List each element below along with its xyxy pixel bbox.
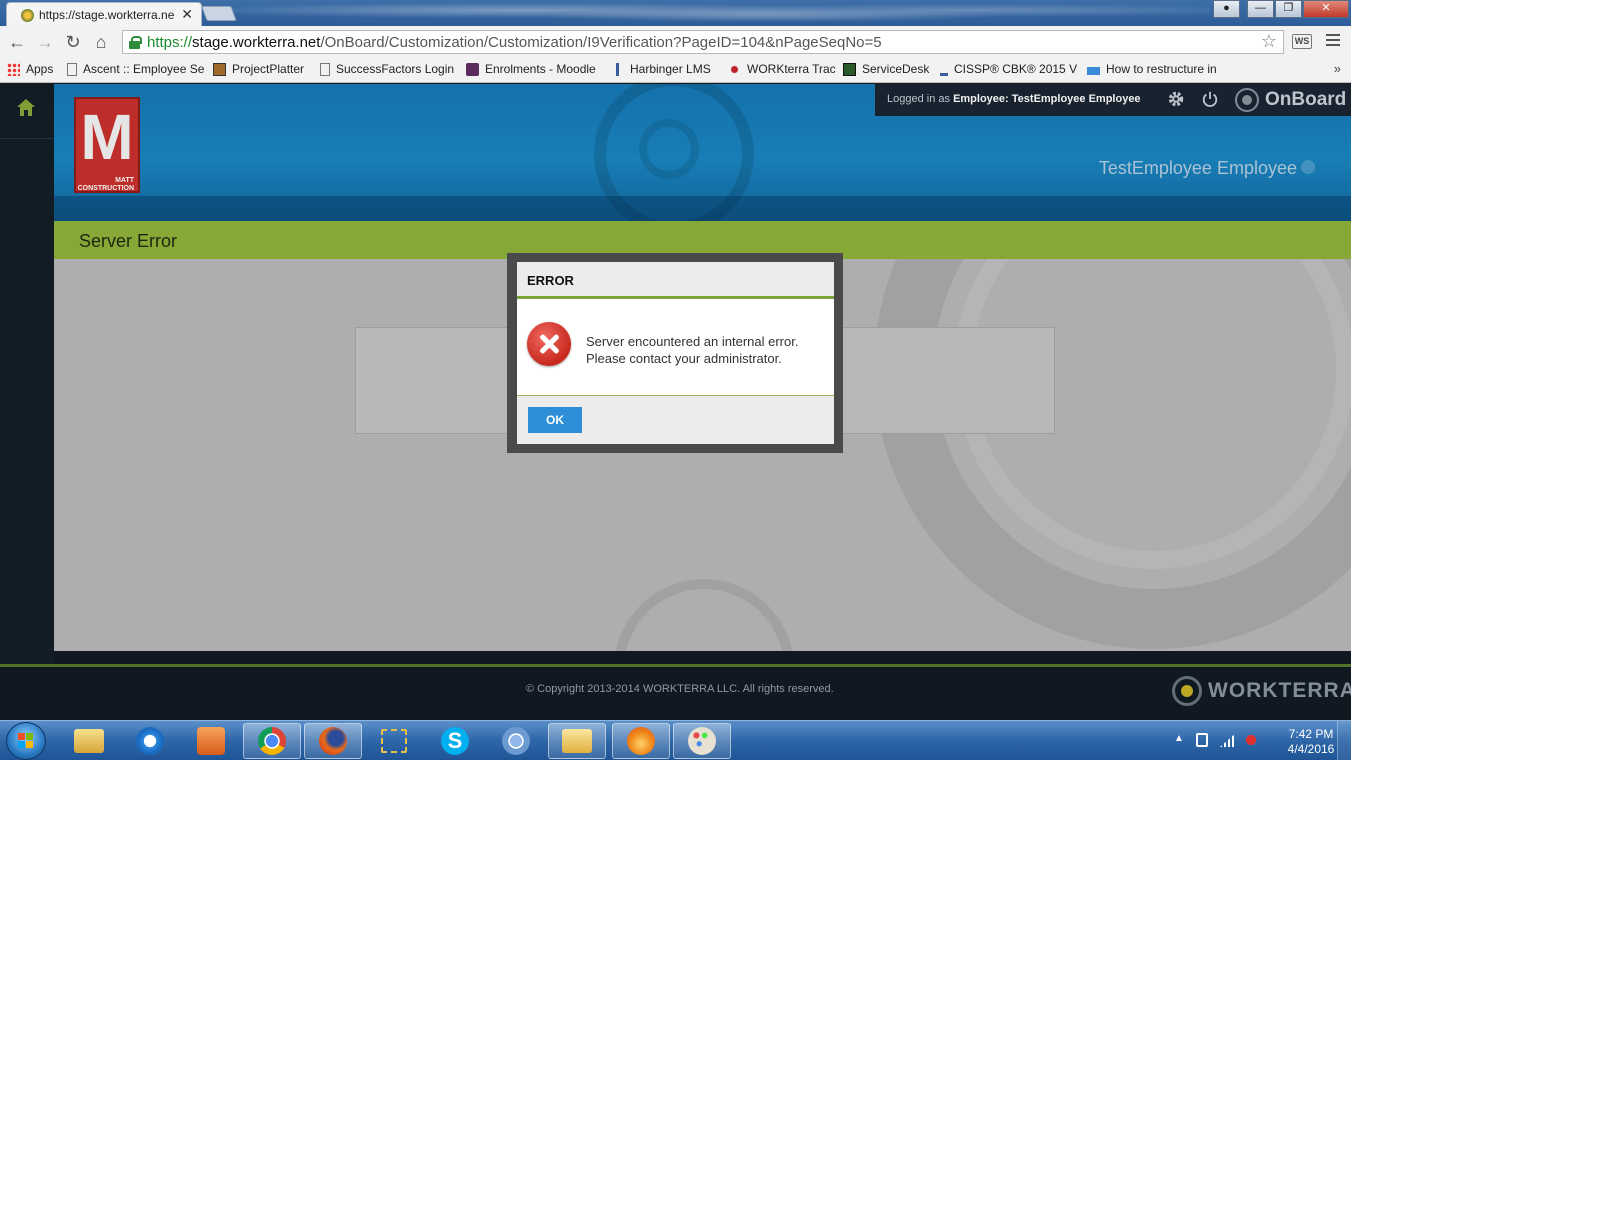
bookmark-star-icon[interactable]: ☆	[1261, 31, 1277, 52]
volume-muted-icon[interactable]	[1244, 732, 1258, 748]
servicedesk-icon	[843, 62, 856, 76]
profile-icon[interactable]: ●	[1213, 0, 1240, 18]
system-clock[interactable]: 7:42 PM 4/4/2016	[1276, 727, 1346, 757]
page-icon	[320, 62, 330, 76]
network-icon[interactable]	[1220, 733, 1236, 747]
secure-lock-icon	[129, 36, 142, 49]
page-icon	[67, 62, 77, 76]
windows-logo-icon	[18, 733, 34, 749]
file-explorer-icon[interactable]	[60, 723, 118, 759]
home-icon[interactable]: ⌂	[90, 31, 112, 53]
address-bar[interactable]: https://stage.workterra.net/OnBoard/Cust…	[122, 30, 1284, 54]
bookmark-cissp[interactable]: CISSP® CBK® 2015 V	[940, 62, 1077, 76]
browser-tab-strip: https://stage.workterra.ne ✕ ● — ❐ ✕	[0, 0, 1351, 26]
dialog-header: ERROR	[517, 262, 834, 299]
dialog-title: ERROR	[527, 273, 574, 288]
window-controls: ● — ❐ ✕	[1213, 0, 1349, 18]
bookmark-ascent[interactable]: Ascent :: Employee Se	[67, 62, 204, 76]
chromium-icon[interactable]	[487, 723, 545, 759]
tray-expand-icon[interactable]: ▲	[1174, 733, 1184, 744]
new-tab-button[interactable]	[201, 6, 237, 21]
chrome-icon[interactable]	[243, 723, 301, 759]
sap-icon	[1087, 66, 1100, 75]
workterra-favicon-icon	[21, 9, 34, 22]
error-icon	[527, 322, 571, 366]
bookmark-servicedesk[interactable]: ServiceDesk	[843, 62, 929, 76]
bookmark-harbinger[interactable]: Harbinger LMS	[616, 62, 711, 76]
ws-extension-icon[interactable]: WS	[1292, 34, 1312, 49]
media-player-icon[interactable]	[182, 723, 240, 759]
ok-button[interactable]: OK	[528, 407, 582, 433]
bookmarks-overflow-icon[interactable]: »	[1334, 61, 1341, 76]
action-center-icon[interactable]	[1196, 733, 1208, 747]
reload-icon[interactable]: ↻	[62, 31, 84, 53]
minimize-icon[interactable]: —	[1247, 0, 1274, 18]
start-button[interactable]	[6, 722, 46, 760]
browser-tab[interactable]: https://stage.workterra.ne ✕	[6, 2, 202, 26]
bookmark-restructure[interactable]: How to restructure in	[1087, 62, 1217, 76]
tab-close-icon[interactable]: ✕	[181, 6, 193, 23]
browser-toolbar: ← → ↻ ⌂ https://stage.workterra.net/OnBo…	[0, 26, 1351, 58]
app-flame-icon[interactable]	[612, 723, 670, 759]
skype-icon[interactable]: S	[426, 723, 484, 759]
snipping-tool-icon[interactable]	[365, 723, 423, 759]
desktop-screen: https://stage.workterra.ne ✕ ● — ❐ ✕ ← →…	[0, 0, 1351, 760]
paint-icon[interactable]	[673, 723, 731, 759]
bookmark-projectplatter[interactable]: ProjectPlatter	[213, 62, 304, 76]
forward-icon[interactable]: →	[34, 31, 56, 53]
bookmark-workterra-trac[interactable]: WORKterra Trac	[728, 62, 836, 76]
trac-icon	[728, 62, 741, 76]
tab-title: https://stage.workterra.ne	[39, 8, 175, 22]
internet-explorer-icon[interactable]	[121, 723, 179, 759]
projectplatter-icon	[213, 62, 226, 76]
error-dialog: ERROR Server encountered an internal err…	[517, 262, 834, 444]
chrome-menu-icon[interactable]	[1326, 34, 1340, 48]
apps-grid-icon	[7, 62, 20, 76]
windows-taskbar: S ▲ 7:42 PM 4/4/2016	[0, 720, 1351, 760]
moodle-icon	[466, 62, 479, 76]
close-window-icon[interactable]: ✕	[1303, 0, 1349, 18]
dialog-footer: OK	[517, 395, 834, 444]
bookmark-apps[interactable]: Apps	[7, 62, 53, 76]
bookmark-successfactors[interactable]: SuccessFactors Login	[320, 62, 454, 76]
bookmark-moodle[interactable]: Enrolments - Moodle	[466, 62, 596, 76]
bookmarks-bar: Apps Ascent :: Employee Se ProjectPlatte…	[0, 58, 1351, 83]
cissp-icon	[940, 63, 948, 76]
restore-icon[interactable]: ❐	[1275, 0, 1302, 18]
show-desktop-button[interactable]	[1337, 721, 1351, 760]
outlook-icon[interactable]	[548, 723, 606, 759]
dialog-message: Server encountered an internal error. Pl…	[586, 334, 799, 366]
firefox-icon[interactable]	[304, 723, 362, 759]
harbinger-icon	[616, 62, 624, 76]
back-icon[interactable]: ←	[6, 31, 28, 53]
